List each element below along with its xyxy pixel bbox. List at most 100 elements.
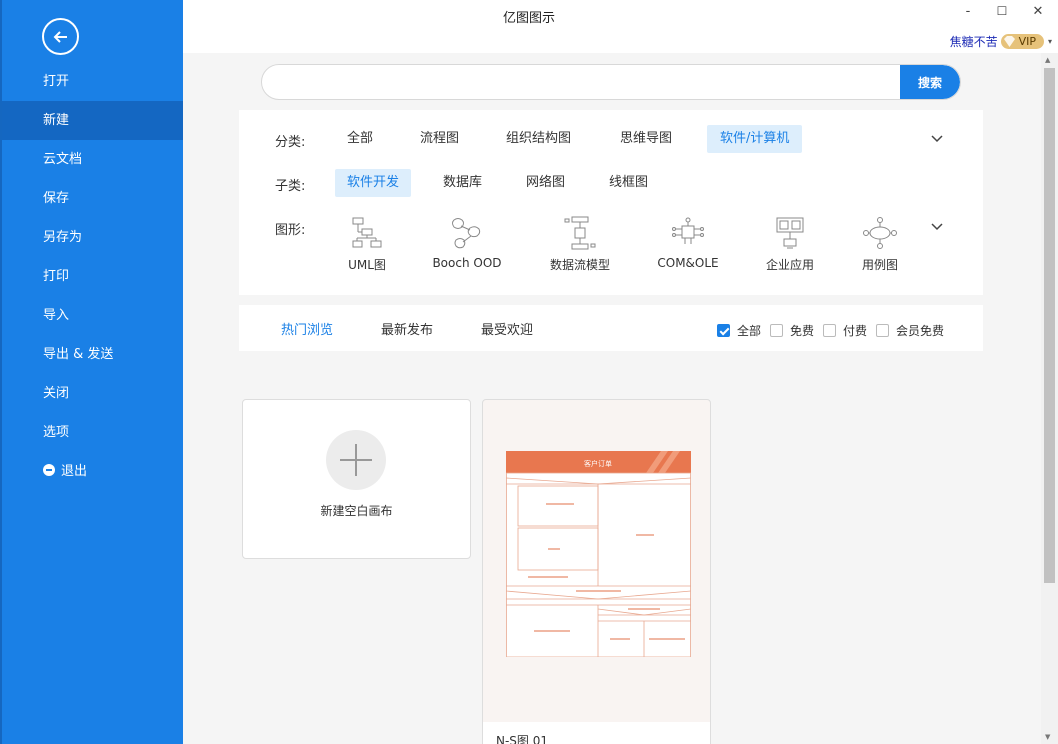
enterprise-app-icon [776,217,804,249]
sidebar-item-close[interactable]: 关闭 [2,374,183,413]
user-menu[interactable]: 焦糖不苦 VIP ▾ [950,32,1052,50]
search-bar: 搜索 [261,64,961,100]
sidebar-item-label: 打印 [43,269,70,284]
shape-label: 图形: [275,223,306,238]
com-ole-icon [672,217,704,244]
back-button[interactable] [42,18,79,55]
chevron-down-icon[interactable] [929,131,945,147]
maximize-button[interactable]: ☐ [991,4,1013,22]
category-chip-selected[interactable]: 软件/计算机 [707,125,803,153]
subcategory-label: 子类: [275,179,306,194]
template-card[interactable]: 客户订单 N-S图 01 [482,399,711,744]
back-arrow-icon [53,31,67,43]
sidebar-item-export-send[interactable]: 导出 & 发送 [2,335,183,374]
subcategory-chip-selected[interactable]: 软件开发 [335,169,412,197]
vip-label: VIP [1018,34,1036,48]
sidebar-item-label: 另存为 [43,230,83,245]
scroll-thumb[interactable] [1044,68,1055,583]
shape-item-label: 数据流模型 [549,258,610,272]
sidebar-item-save-as[interactable]: 另存为 [2,218,183,257]
checkbox-label: 付费 [843,324,868,338]
checkbox-checked[interactable] [717,324,730,337]
search-input[interactable] [262,65,902,99]
filter-paid-checkbox[interactable]: 付费 [823,322,867,339]
subcategory-chip[interactable]: 线框图 [597,169,660,197]
uml-diagram-icon [352,217,382,248]
chevron-down-icon: ▾ [1047,36,1052,46]
sidebar-item-label: 导入 [43,308,70,323]
category-label: 分类: [275,135,306,150]
sidebar-item-save[interactable]: 保存 [2,179,183,218]
checkbox[interactable] [823,324,836,337]
checkbox-label: 会员免费 [896,324,945,338]
title-bar: 亿图图示 - ☐ ✕ 焦糖不苦 VIP ▾ [183,0,1058,53]
vertical-scrollbar[interactable]: ▲ ▼ [1041,53,1058,744]
sidebar-item-new[interactable]: 新建 [2,101,183,140]
shape-uml[interactable]: UML图 [319,216,415,276]
sidebar: 打开 新建 云文档 保存 另存为 打印 导入 导出 & 发送 关闭 选项 退出 [0,0,183,744]
shape-item-label: Booch OOD [432,256,502,270]
subcategory-chip[interactable]: 数据库 [431,169,494,197]
sidebar-item-print[interactable]: 打印 [2,257,183,296]
subcategory-chip[interactable]: 网络图 [514,169,577,197]
checkbox-label: 全部 [737,324,762,338]
shape-data-flow[interactable]: 数据流模型 [532,216,628,276]
close-button[interactable]: ✕ [1027,4,1049,22]
use-case-icon [863,217,897,249]
sort-bar: 热门浏览 最新发布 最受欢迎 全部 免费 付费 会员免费 [239,305,983,351]
app-title: 亿图图示 [502,11,555,26]
plus-icon [326,430,386,490]
chevron-down-icon[interactable] [929,219,945,235]
template-thumbnail: 客户订单 [506,451,691,657]
sidebar-item-label: 打开 [43,74,70,89]
sidebar-item-import[interactable]: 导入 [2,296,183,335]
shape-item-label: 用例图 [861,258,898,272]
category-chip[interactable]: 流程图 [408,125,471,153]
filter-member-free-checkbox[interactable]: 会员免费 [876,322,944,339]
shape-booch-ood[interactable]: Booch OOD [419,216,515,276]
category-chip[interactable]: 组织结构图 [494,125,583,153]
sort-tab-latest[interactable]: 最新发布 [381,319,433,338]
booch-ood-icon [452,218,481,249]
category-chip[interactable]: 思维导图 [608,125,684,153]
category-chip[interactable]: 全部 [335,125,385,153]
sort-tab-popular[interactable]: 热门浏览 [281,319,333,338]
checkbox[interactable] [876,324,889,337]
shape-item-label: COM&OLE [657,256,719,270]
shape-item-label: UML图 [348,258,386,272]
checkbox[interactable] [770,324,783,337]
data-flow-icon [564,216,596,250]
shape-com-ole[interactable]: COM&OLE [640,216,736,276]
sidebar-item-label: 保存 [43,191,70,206]
shape-item-label: 企业应用 [765,258,814,272]
sidebar-item-label: 关闭 [43,386,70,401]
minimize-button[interactable]: - [957,4,979,22]
sort-tab-favorite[interactable]: 最受欢迎 [481,319,533,338]
sidebar-item-exit[interactable]: 退出 [2,452,183,491]
template-thumb-title: 客户订单 [584,459,612,468]
scroll-down-icon[interactable]: ▼ [1045,733,1050,741]
new-blank-canvas-card[interactable]: 新建空白画布 [242,399,471,559]
sidebar-item-label: 新建 [43,113,70,128]
shape-enterprise-app[interactable]: 企业应用 [742,216,838,276]
new-blank-canvas-label: 新建空白画布 [320,504,393,518]
sidebar-item-label: 退出 [61,464,88,479]
diamond-icon [1003,35,1015,47]
filter-free-checkbox[interactable]: 免费 [770,322,814,339]
scroll-up-icon[interactable]: ▲ [1045,56,1050,64]
user-name: 焦糖不苦 [949,34,998,49]
sidebar-item-options[interactable]: 选项 [2,413,183,452]
shape-use-case[interactable]: 用例图 [832,216,928,276]
sidebar-item-label: 云文档 [43,152,83,167]
sidebar-item-cloud-docs[interactable]: 云文档 [2,140,183,179]
checkbox-label: 免费 [790,324,815,338]
template-name: N-S图 01 [496,734,549,744]
vip-badge: VIP [1000,33,1044,49]
search-button[interactable]: 搜索 [900,65,960,99]
sidebar-item-label: 导出 & 发送 [43,347,114,362]
sidebar-item-open[interactable]: 打开 [2,62,183,101]
sidebar-item-label: 选项 [43,425,70,440]
template-card-footer: N-S图 01 [483,722,710,744]
filter-all-checkbox[interactable]: 全部 [717,322,761,339]
filter-panel: 分类: 全部 流程图 组织结构图 思维导图 软件/计算机 子类: 软件开发 数据… [239,110,983,295]
